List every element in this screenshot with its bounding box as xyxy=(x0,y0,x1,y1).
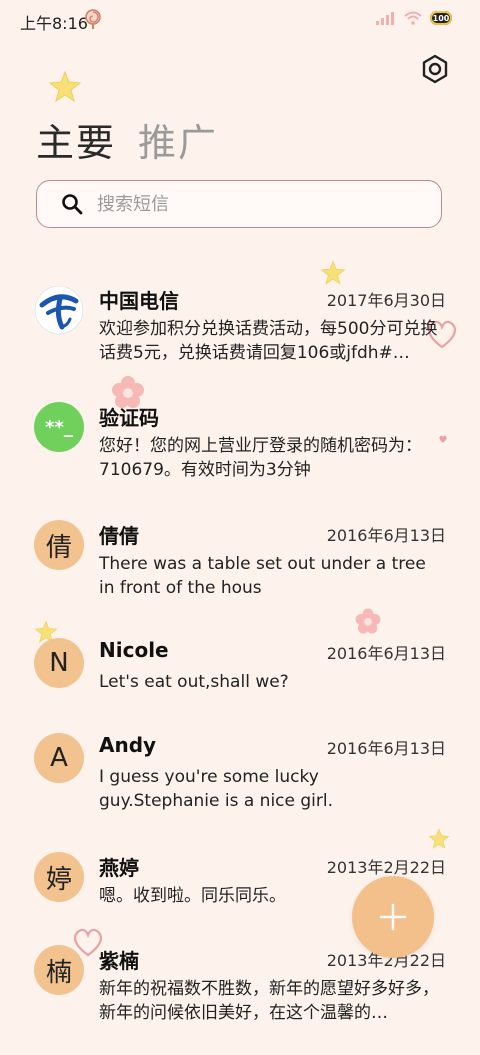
signal-icon xyxy=(376,12,394,25)
conversation-item[interactable]: N Nicole 2016年6月13日 Let's eat out,shall … xyxy=(0,638,480,748)
contact-name: 中国电信 xyxy=(99,289,179,313)
contact-name: Andy xyxy=(99,733,157,757)
message-date: 2013年2月22日 xyxy=(326,858,446,877)
china-telecom-logo-avatar xyxy=(34,285,84,335)
message-preview: 欢迎参加积分兑换话费活动，每500分可兑换话费5元，兑换话费请回复106或jfd… xyxy=(99,319,438,363)
message-preview: I guess you're some lucky guy.Stephanie … xyxy=(99,767,334,811)
contact-name: 倩倩 xyxy=(99,524,139,548)
message-preview: Let's eat out,shall we? xyxy=(99,672,289,692)
tab-main[interactable]: 主要 xyxy=(36,112,116,167)
tab-bar: 主要 推广 xyxy=(36,112,218,167)
settings-gear-icon[interactable] xyxy=(420,54,450,84)
conversation-item[interactable]: A Andy 2016年6月13日 I guess you're some lu… xyxy=(0,733,480,843)
message-preview: 新年的祝福数不胜数，新年的愿望好多好多，新年的问候依旧美好，在这个温馨的… xyxy=(99,979,439,1023)
message-preview: 您好！您的网上营业厅登录的随机密码为：710679。有效时间为3分钟 xyxy=(99,436,422,480)
china-telecom-logo-icon xyxy=(34,285,84,335)
status-time: 上午8:16 xyxy=(20,14,88,33)
battery-icon: 100 xyxy=(430,11,452,25)
tab-promotions[interactable]: 推广 xyxy=(138,112,218,167)
star-sticker-icon xyxy=(48,70,82,103)
search-icon xyxy=(62,194,83,215)
contact-name: 燕婷 xyxy=(99,856,139,880)
contact-name: Nicole xyxy=(99,638,169,662)
message-date: 2016年6月13日 xyxy=(326,644,446,663)
message-preview: There was a table set out under a tree i… xyxy=(99,554,426,598)
contact-avatar: N xyxy=(34,638,84,688)
status-icons: 100 xyxy=(376,11,452,25)
conversation-item[interactable]: 中国电信 2017年6月30日 欢迎参加积分兑换话费活动，每500分可兑换话费5… xyxy=(0,285,480,395)
plus-icon xyxy=(379,903,407,931)
heart-sticker-icon xyxy=(73,928,103,957)
message-date: 2017年6月30日 xyxy=(326,291,446,310)
lollipop-icon xyxy=(85,9,101,29)
message-date: 2016年6月13日 xyxy=(326,526,446,545)
verification-code-avatar: **_ xyxy=(34,402,84,452)
contact-avatar: 倩 xyxy=(34,520,84,570)
contact-name: 验证码 xyxy=(99,406,159,430)
star-sticker-icon xyxy=(320,260,346,285)
search-input[interactable] xyxy=(95,192,399,216)
wifi-icon xyxy=(404,11,422,25)
status-bar: 上午8:16 100 xyxy=(0,0,480,40)
search-bar[interactable] xyxy=(36,180,442,228)
new-message-button[interactable] xyxy=(352,876,434,958)
contact-avatar: A xyxy=(34,733,84,783)
contact-avatar: 婷 xyxy=(34,852,84,902)
message-date: 2016年6月13日 xyxy=(326,739,446,758)
conversation-item[interactable]: **_ 验证码 您好！您的网上营业厅登录的随机密码为：710679。有效时间为3… xyxy=(0,402,480,512)
conversation-item[interactable]: 倩 倩倩 2016年6月13日 There was a table set ou… xyxy=(0,520,480,630)
